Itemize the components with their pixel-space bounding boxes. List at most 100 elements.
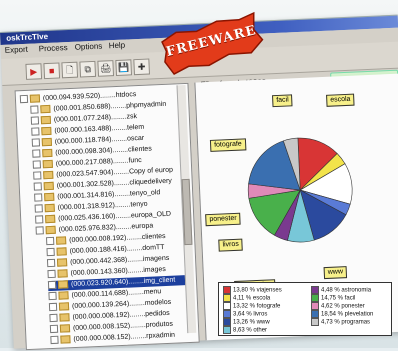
play-icon: ▶ [30,66,38,77]
folder-icon [57,269,68,278]
expand-icon[interactable] [33,182,42,191]
expand-icon[interactable] [46,258,56,268]
stop-icon: ■ [48,65,55,76]
folder-icon [58,302,70,311]
new-button[interactable]: 🗋 [61,61,79,79]
print-icon: 🖨 [99,63,112,74]
tree-row-label: (000.000.114.688)........menu [71,288,162,300]
tree-row-label: (000.000.098.304)........clientes [55,145,152,157]
play-button[interactable]: ▶ [25,63,43,80]
chart-legend: 13,80 % viajenses 4,11 % escola 13,32 % fo… [218,282,392,336]
expand-icon[interactable] [49,313,58,323]
legend-text: 8,63 % other [233,327,268,334]
folder-icon [59,324,71,333]
save-button[interactable]: 💾 [115,59,133,76]
tree-row-label: (000.000.008.192)........clientes [69,232,166,245]
legend-text: 3,64 % livros [233,311,268,318]
stop-button[interactable]: ■ [43,62,61,80]
folder-tree[interactable]: (000.094.939.520)........htdocs (000.001.… [14,82,200,351]
expand-icon[interactable] [35,226,44,235]
legend-swatch [311,302,319,310]
folder-icon [29,94,41,103]
expand-icon[interactable] [30,116,40,125]
legend-swatch [311,318,319,326]
tree-row-label: (000.000.188.416)........domTT [69,244,165,256]
copy-button[interactable]: ⧉ [79,60,97,78]
folder-icon [41,138,53,147]
expand-icon[interactable] [32,149,41,158]
expand-icon[interactable] [48,302,58,312]
folder-icon [43,181,54,191]
folder-icon [57,280,69,289]
legend-swatch [223,286,231,294]
folder-icon [42,159,53,169]
expand-icon[interactable] [19,95,29,104]
folder-icon [44,192,55,202]
legend-text: 4,48 % astronomia [321,287,372,294]
folder-icon [42,148,53,158]
legend-swatch [311,294,319,302]
copy-icon: ⧉ [84,64,92,75]
legend-swatch [223,310,231,318]
tools-button[interactable]: ✚ [133,58,150,76]
tree-row-label: (000.001.077.248)........zsk [53,113,138,124]
expand-icon[interactable] [35,215,44,224]
folder-icon [55,236,67,245]
folder-icon [58,291,69,300]
legend-text: 4,62 % ponester [321,303,365,310]
folder-icon [59,313,70,322]
tree-rows: (000.094.939.520)........htdocs (000.001.… [16,84,189,345]
expand-icon[interactable] [32,160,41,169]
legend-text: 4,73 % programas [321,319,371,326]
menu-options[interactable]: Options [74,41,103,54]
legend-text: 13,32 % fotografe [233,303,281,310]
expand-icon[interactable] [34,204,43,213]
expand-icon[interactable] [30,105,39,114]
menu-process[interactable]: Process [39,42,68,55]
expand-icon[interactable] [49,324,59,334]
legend-item: 4,73 % programas [311,318,370,327]
legend-swatch [311,286,319,294]
expand-icon[interactable] [50,335,59,345]
tree-row-label: (000.000.143.360)........images [70,265,167,278]
tree-row-label: (000.000.008.192)........pedidos [72,309,170,322]
tree-row-label: (000.094.939.520)........htdocs [42,91,137,103]
expand-icon[interactable] [47,280,57,290]
legend-swatch [223,294,231,302]
folder-icon [40,116,52,125]
callout-label: escola [326,93,355,107]
folder-icon [41,127,52,136]
callout-label: facil [272,94,293,108]
expand-icon[interactable] [46,236,55,246]
folder-icon [44,203,55,213]
folder-icon [56,247,67,256]
legend-item: 8,63 % other [223,326,267,335]
legend-swatch [223,318,231,326]
tree-row-label: (000.000.118.784)........oscar [54,134,145,146]
callout-label: livros [218,238,244,252]
expand-icon[interactable] [47,269,56,279]
legend-text: 14,75 % facil [321,295,356,302]
expand-icon[interactable] [34,193,43,202]
expand-icon[interactable] [31,138,41,147]
callout-label: www [323,266,348,280]
folder-icon [43,170,54,180]
tree-row-label: (000.000.163.488)........telem [54,123,145,135]
folder-icon [56,258,68,267]
expand-icon[interactable] [48,291,57,301]
menu-export[interactable]: Export [5,44,29,57]
legend-swatch [223,326,231,334]
menu-help[interactable]: Help [108,40,126,53]
legend-text: 4,11 % escola [233,295,271,302]
pie-chart [247,137,353,243]
expand-icon[interactable] [31,127,40,136]
folder-icon [45,214,56,224]
expand-icon[interactable] [46,247,55,257]
folder-icon [40,105,51,114]
save-icon: 💾 [117,62,130,73]
legend-text: 13,80 % viajenses [233,287,282,294]
print-button[interactable]: 🖨 [97,60,115,77]
callout-label: ponester [205,212,241,227]
expand-icon[interactable] [33,171,42,180]
callout-label: fotografe [209,138,247,152]
